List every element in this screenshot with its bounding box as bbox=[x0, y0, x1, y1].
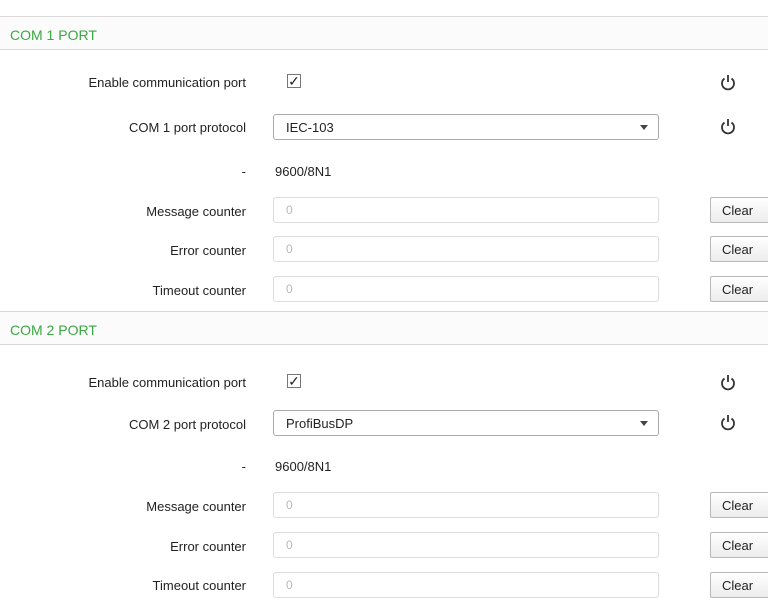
com2-enable-reset-icon[interactable] bbox=[719, 373, 737, 391]
com2-timeout-value: 0 bbox=[286, 578, 293, 592]
com1-timeout-value: 0 bbox=[286, 282, 293, 296]
com1-error-label: Error counter bbox=[170, 243, 246, 258]
com1-protocol-value: IEC-103 bbox=[286, 120, 334, 135]
com1-section-title: COM 1 PORT bbox=[10, 27, 97, 43]
chevron-down-icon bbox=[640, 421, 648, 426]
com1-timeout-counter-field[interactable]: 0 bbox=[273, 276, 659, 302]
com2-section-header: COM 2 PORT bbox=[0, 311, 768, 345]
com2-error-counter-field[interactable]: 0 bbox=[273, 532, 659, 558]
com1-settings-value: 9600/8N1 bbox=[275, 164, 332, 179]
com1-protocol-label: COM 1 port protocol bbox=[128, 120, 246, 135]
com2-message-clear-button[interactable]: Clear bbox=[710, 492, 768, 518]
com1-protocol-reset-icon[interactable] bbox=[719, 117, 737, 135]
checkmark-icon: ✓ bbox=[288, 73, 300, 89]
com2-error-clear-button[interactable]: Clear bbox=[710, 532, 768, 558]
com2-settings-label: - bbox=[241, 459, 246, 474]
com1-message-label: Message counter bbox=[146, 204, 246, 219]
com2-enable-checkbox[interactable]: ✓ bbox=[287, 374, 301, 388]
com1-error-value: 0 bbox=[286, 242, 293, 256]
com2-protocol-reset-icon[interactable] bbox=[719, 413, 737, 431]
com1-message-value: 0 bbox=[286, 203, 293, 217]
com2-message-value: 0 bbox=[286, 498, 293, 512]
com2-error-label: Error counter bbox=[170, 539, 246, 554]
com2-message-counter-field[interactable]: 0 bbox=[273, 492, 659, 518]
com1-error-counter-field[interactable]: 0 bbox=[273, 236, 659, 262]
com1-enable-label: Enable communication port bbox=[88, 75, 246, 90]
com1-timeout-label: Timeout counter bbox=[152, 283, 246, 298]
com1-settings-label: - bbox=[241, 164, 246, 179]
com2-section-title: COM 2 PORT bbox=[10, 322, 97, 338]
com2-enable-label: Enable communication port bbox=[88, 375, 246, 390]
com2-message-label: Message counter bbox=[146, 499, 246, 514]
chevron-down-icon bbox=[640, 125, 648, 130]
com2-error-value: 0 bbox=[286, 538, 293, 552]
com2-settings-value: 9600/8N1 bbox=[275, 459, 332, 474]
com1-section-header: COM 1 PORT bbox=[0, 16, 768, 50]
com2-protocol-select[interactable]: ProfiBusDP bbox=[273, 410, 659, 436]
checkmark-icon: ✓ bbox=[288, 373, 300, 389]
com2-protocol-label: COM 2 port protocol bbox=[128, 417, 246, 432]
com1-message-clear-button[interactable]: Clear bbox=[710, 197, 768, 223]
com1-enable-checkbox[interactable]: ✓ bbox=[287, 74, 301, 88]
com2-timeout-counter-field[interactable]: 0 bbox=[273, 572, 659, 598]
com2-timeout-label: Timeout counter bbox=[152, 578, 246, 593]
com1-enable-reset-icon[interactable] bbox=[719, 73, 737, 91]
com2-protocol-value: ProfiBusDP bbox=[286, 416, 354, 431]
com1-message-counter-field[interactable]: 0 bbox=[273, 197, 659, 223]
com1-error-clear-button[interactable]: Clear bbox=[710, 236, 768, 262]
com1-timeout-clear-button[interactable]: Clear bbox=[710, 276, 768, 302]
com2-timeout-clear-button[interactable]: Clear bbox=[710, 572, 768, 598]
com1-protocol-select[interactable]: IEC-103 bbox=[273, 114, 659, 140]
